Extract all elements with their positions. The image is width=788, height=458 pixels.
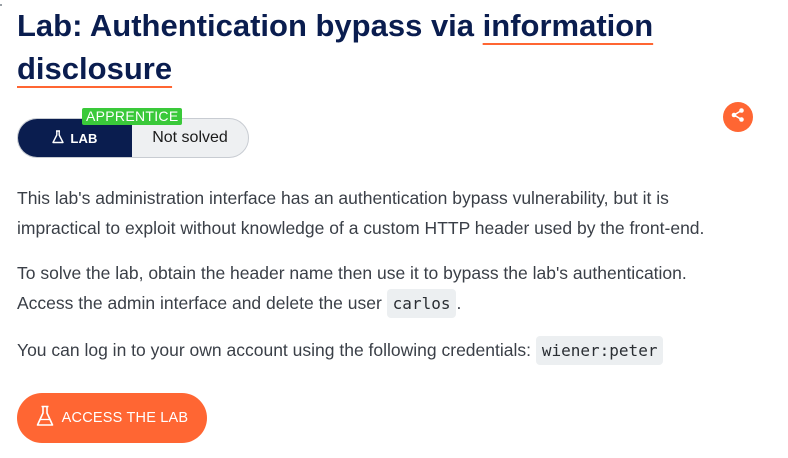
target-username: carlos (386, 289, 457, 318)
flask-icon (52, 129, 65, 147)
lab-objective: To solve the lab, obtain the header name… (17, 258, 747, 319)
objective-end: . (456, 293, 462, 313)
credentials-value: wiener:peter (535, 336, 664, 365)
access-lab-button[interactable]: ACCESS THE LAB (17, 393, 207, 443)
lab-description: This lab's administration interface has … (17, 188, 705, 238)
lab-label: LAB (70, 130, 98, 146)
flask-icon (36, 405, 54, 431)
lab-page: Lab: Authentication bypass via informati… (0, 0, 788, 458)
page-title: Lab: Authentication bypass via informati… (17, 4, 717, 90)
share-icon (730, 107, 746, 128)
credentials-text: You can log in to your own account using… (17, 340, 536, 360)
edge-mark (0, 4, 2, 6)
lab-status-badge: LAB Not solved APPRENTICE (17, 108, 249, 159)
share-button[interactable] (723, 102, 753, 132)
objective-text: To solve the lab, obtain the header name… (17, 263, 687, 313)
access-lab-label: ACCESS THE LAB (61, 410, 189, 426)
title-text: Lab: Authentication bypass via (17, 8, 483, 43)
lab-credentials: You can log in to your own account using… (17, 335, 747, 366)
level-badge: APPRENTICE (82, 108, 183, 125)
